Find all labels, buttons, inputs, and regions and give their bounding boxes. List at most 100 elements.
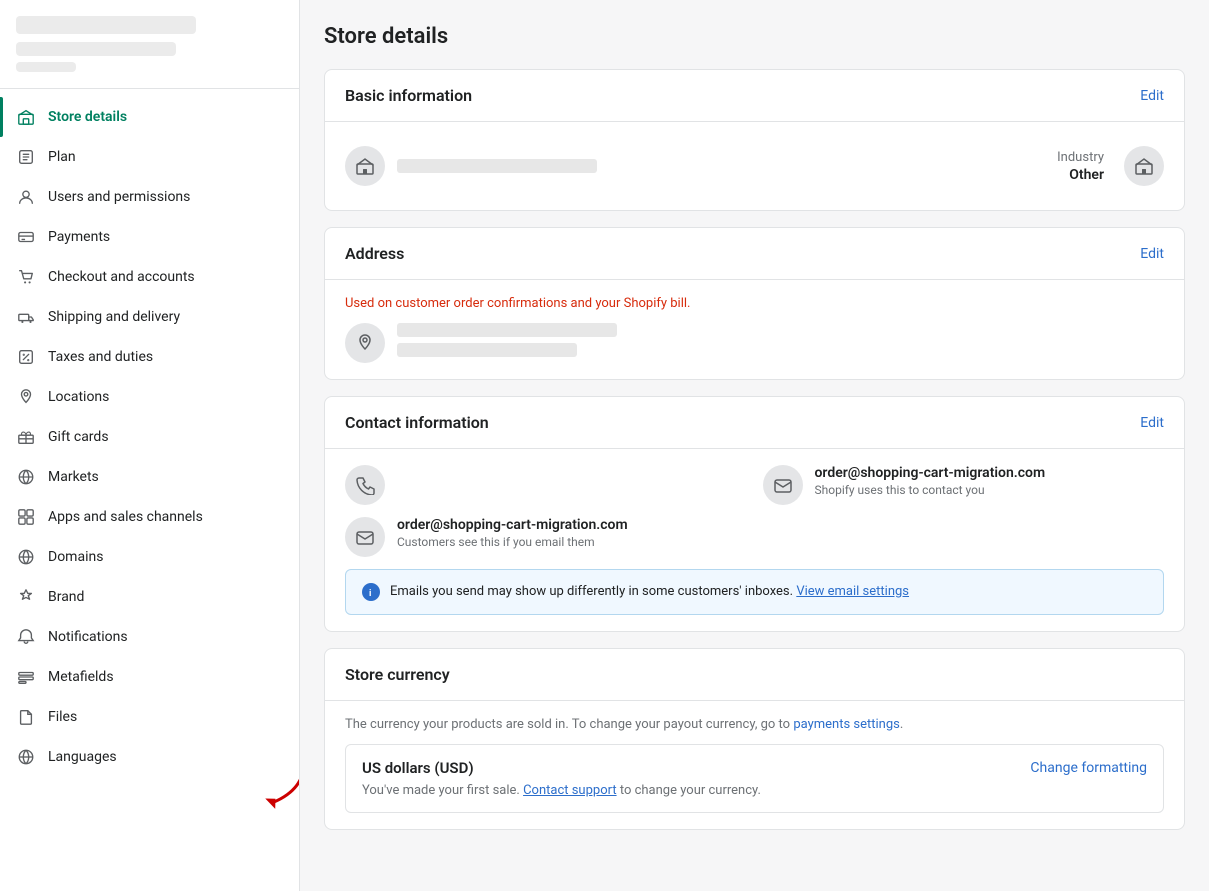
store-name-blur [16, 42, 176, 56]
phone-icon [355, 475, 375, 495]
info-icon: i [366, 587, 376, 597]
industry-value: Other [1057, 167, 1104, 183]
store-currency-card: Store currency The currency your product… [324, 648, 1185, 830]
sidebar-item-metafields[interactable]: Metafields [0, 657, 299, 697]
contact-customer-email-item: order@shopping-cart-migration.com Custom… [345, 517, 1164, 557]
industry-label: Industry [1057, 150, 1104, 165]
contact-info-body: order@shopping-cart-migration.com Shopif… [325, 449, 1184, 631]
page-title: Store details [324, 24, 1185, 49]
store-logo-blur [16, 16, 196, 34]
sidebar-item-taxes-duties[interactable]: Taxes and duties [0, 337, 299, 377]
email-shopify-text: order@shopping-cart-migration.com Shopif… [815, 465, 1046, 497]
info-banner-icon: i [362, 583, 380, 601]
phone-icon-circle [345, 465, 385, 505]
files-icon [16, 707, 36, 727]
sidebar-item-markets[interactable]: Markets [0, 457, 299, 497]
sidebar-item-locations[interactable]: Locations [0, 377, 299, 417]
email-shopify-icon [773, 475, 793, 495]
taxes-icon [16, 347, 36, 367]
notifications-icon [16, 627, 36, 647]
email-shopify-value: order@shopping-cart-migration.com [815, 465, 1046, 481]
contact-phone-item [345, 465, 747, 505]
contact-grid: order@shopping-cart-migration.com Shopif… [345, 465, 1164, 505]
markets-icon [16, 467, 36, 487]
store-url-blur [16, 62, 76, 72]
sidebar-item-label: Domains [48, 549, 103, 565]
store-name-blur-line1 [397, 159, 597, 173]
contact-info-edit-link[interactable]: Edit [1140, 415, 1164, 431]
sidebar-item-label: Payments [48, 229, 110, 245]
basic-info-body: Industry Other [325, 122, 1184, 210]
basic-info-edit-link[interactable]: Edit [1140, 88, 1164, 104]
address-location-icon-circle [345, 323, 385, 363]
industry-icon-circle [1124, 146, 1164, 186]
sidebar-item-gift-cards[interactable]: Gift cards [0, 417, 299, 457]
gift-cards-icon [16, 427, 36, 447]
store-details-icon [16, 107, 36, 127]
sidebar-item-label: Checkout and accounts [48, 269, 195, 285]
basic-info-header: Basic information Edit [325, 70, 1184, 122]
sidebar-item-brand[interactable]: Brand [0, 577, 299, 617]
locations-icon [16, 387, 36, 407]
address-header: Address Edit [325, 228, 1184, 280]
apps-icon [16, 507, 36, 527]
sidebar-item-label: Files [48, 709, 77, 725]
domains-icon [16, 547, 36, 567]
location-pin-icon [355, 333, 375, 353]
checkout-icon [16, 267, 36, 287]
store-currency-header: Store currency [325, 649, 1184, 701]
sidebar-item-domains[interactable]: Domains [0, 537, 299, 577]
contact-support-link[interactable]: Contact support [523, 783, 617, 798]
sidebar-item-label: Shipping and delivery [48, 309, 180, 325]
sidebar-item-label: Gift cards [48, 429, 109, 445]
currency-detail-card: US dollars (USD) Change formatting You'v… [345, 744, 1164, 813]
sidebar-item-users-permissions[interactable]: Users and permissions [0, 177, 299, 217]
payments-settings-link[interactable]: payments settings [793, 717, 900, 732]
plan-icon [16, 147, 36, 167]
sidebar-item-label: Brand [48, 589, 84, 605]
customer-email-value: order@shopping-cart-migration.com [397, 517, 628, 533]
email-shopify-note: Shopify uses this to contact you [815, 483, 1046, 497]
email-shopify-icon-circle [763, 465, 803, 505]
address-subtitle: Used on customer order confirmations and… [345, 296, 1164, 311]
basic-info-title: Basic information [345, 86, 472, 105]
customer-email-note: Customers see this if you email them [397, 535, 628, 549]
sidebar-item-plan[interactable]: Plan [0, 137, 299, 177]
currency-note: You've made your first sale. Contact sup… [362, 783, 1147, 798]
sidebar-header [0, 0, 299, 89]
change-formatting-link[interactable]: Change formatting [1030, 760, 1147, 776]
sidebar-item-languages[interactable]: Languages [0, 737, 299, 777]
industry-group: Industry Other [1057, 150, 1112, 183]
address-card: Address Edit Used on customer order conf… [324, 227, 1185, 380]
store-icon-circle [345, 146, 385, 186]
view-email-settings-link[interactable]: View email settings [796, 584, 909, 599]
address-blur-line1 [397, 323, 617, 337]
sidebar-item-label: Users and permissions [48, 189, 190, 205]
sidebar-nav: Store details Plan Users and permissions [0, 89, 299, 891]
sidebar: Store details Plan Users and permissions [0, 0, 300, 891]
sidebar-item-shipping-delivery[interactable]: Shipping and delivery [0, 297, 299, 337]
store-building-icon [355, 156, 375, 176]
shipping-icon [16, 307, 36, 327]
sidebar-item-checkout-accounts[interactable]: Checkout and accounts [0, 257, 299, 297]
email-info-banner: i Emails you send may show up differentl… [345, 569, 1164, 615]
brand-icon [16, 587, 36, 607]
users-icon [16, 187, 36, 207]
sidebar-item-files[interactable]: Files [0, 697, 299, 737]
sidebar-item-store-details[interactable]: Store details [0, 97, 299, 137]
sidebar-item-apps-sales-channels[interactable]: Apps and sales channels [0, 497, 299, 537]
store-currency-title: Store currency [345, 665, 450, 684]
languages-nav-container: Languages [0, 737, 299, 777]
basic-info-row: Industry Other [345, 138, 1164, 194]
sidebar-item-notifications[interactable]: Notifications [0, 617, 299, 657]
sidebar-item-label: Apps and sales channels [48, 509, 203, 525]
sidebar-item-label: Locations [48, 389, 109, 405]
payments-icon [16, 227, 36, 247]
sidebar-item-label: Notifications [48, 629, 128, 645]
address-blur-lines [397, 323, 617, 357]
basic-info-card: Basic information Edit Industry Other [324, 69, 1185, 211]
customer-email-icon [355, 527, 375, 547]
metafields-icon [16, 667, 36, 687]
address-edit-link[interactable]: Edit [1140, 246, 1164, 262]
sidebar-item-payments[interactable]: Payments [0, 217, 299, 257]
